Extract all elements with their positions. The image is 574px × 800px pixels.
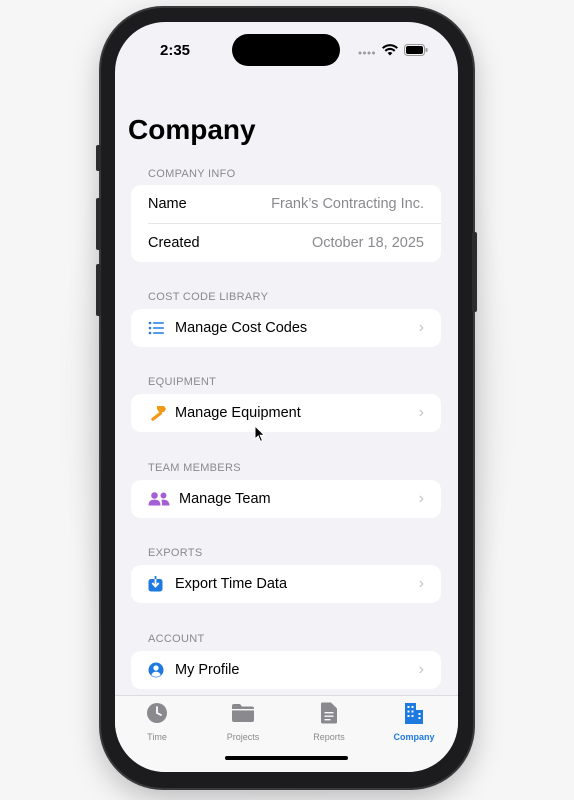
clock-icon — [147, 703, 167, 723]
company-info-card: Name Frank’s Contracting Inc. Created Oc… — [131, 185, 441, 262]
app-screen: 2:35 Company COMPANY INFO Name Frank’s C… — [115, 22, 458, 772]
tab-company[interactable]: Company — [379, 702, 449, 742]
account-card: My Profile › — [131, 651, 441, 689]
tab-company-label: Company — [393, 732, 435, 742]
chevron-right-icon: › — [418, 404, 424, 421]
document-icon — [321, 702, 337, 724]
page-title: Company — [128, 114, 256, 145]
chevron-right-icon: › — [418, 575, 424, 592]
mouse-cursor-icon — [254, 425, 266, 443]
power-button — [472, 232, 477, 312]
chevron-right-icon: › — [418, 661, 424, 678]
tab-bar: Time Projects Reports Company — [115, 695, 458, 772]
tab-time[interactable]: Time — [122, 702, 192, 742]
tab-projects-label: Projects — [226, 732, 260, 742]
my-profile-row[interactable]: My Profile › — [131, 651, 441, 689]
tab-time-label: Time — [147, 732, 167, 742]
battery-icon — [404, 44, 428, 56]
volume-down-button — [96, 264, 101, 316]
volume-up-button — [96, 198, 101, 250]
status-time: 2:35 — [160, 42, 191, 59]
info-row-created: Created October 18, 2025 — [131, 224, 441, 262]
chevron-right-icon: › — [418, 319, 424, 336]
section-header-account: ACCOUNT — [148, 633, 205, 645]
team-card: Manage Team › — [131, 480, 441, 518]
manage-cost-codes-label: Manage Cost Codes — [175, 320, 308, 336]
export-time-data-row[interactable]: Export Time Data › — [131, 565, 441, 603]
cost-codes-card: Manage Cost Codes › — [131, 309, 441, 347]
manage-cost-codes-row[interactable]: Manage Cost Codes › — [131, 309, 441, 347]
dynamic-island — [232, 34, 340, 66]
equipment-card: Manage Equipment › — [131, 394, 441, 432]
section-header-company-info: COMPANY INFO — [148, 168, 236, 180]
person-circle-icon — [148, 661, 170, 679]
info-row-name: Name Frank’s Contracting Inc. — [131, 185, 441, 223]
section-header-exports: EXPORTS — [148, 547, 203, 559]
people-icon — [148, 490, 174, 508]
cellular-signal-icon — [358, 51, 375, 55]
tab-reports-label: Reports — [313, 732, 345, 742]
info-value-name: Frank’s Contracting Inc. — [271, 196, 424, 212]
manage-equipment-row[interactable]: Manage Equipment › — [131, 394, 441, 432]
info-value-created: October 18, 2025 — [311, 235, 424, 251]
download-icon — [148, 575, 170, 593]
wifi-icon — [382, 44, 398, 56]
status-icons — [358, 44, 428, 56]
section-header-cost-codes: COST CODE LIBRARY — [148, 291, 269, 303]
manage-equipment-label: Manage Equipment — [175, 405, 301, 421]
export-time-data-label: Export Time Data — [175, 576, 288, 592]
tab-reports[interactable]: Reports — [294, 702, 364, 742]
manage-team-row[interactable]: Manage Team › — [131, 480, 441, 518]
building-icon — [405, 703, 423, 724]
chevron-right-icon: › — [418, 490, 424, 507]
list-icon — [148, 319, 170, 337]
my-profile-label: My Profile — [175, 662, 240, 678]
info-key-created: Created — [148, 235, 200, 251]
home-indicator — [225, 756, 348, 760]
section-header-equipment: EQUIPMENT — [148, 376, 217, 388]
exports-card: Export Time Data › — [131, 565, 441, 603]
action-button — [96, 145, 101, 171]
info-key-name: Name — [148, 196, 187, 212]
tab-projects[interactable]: Projects — [208, 702, 278, 742]
section-header-team: TEAM MEMBERS — [148, 462, 241, 474]
folder-icon — [232, 704, 254, 722]
manage-team-label: Manage Team — [179, 491, 271, 507]
hammer-icon — [148, 404, 170, 422]
